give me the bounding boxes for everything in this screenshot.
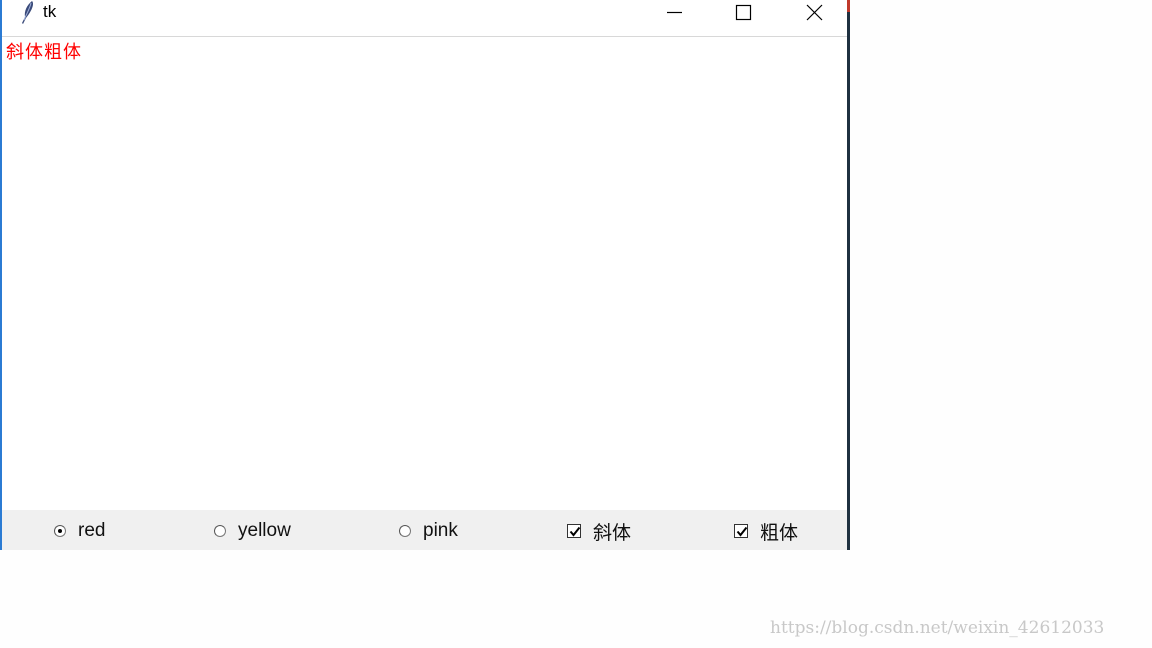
close-icon [806, 4, 823, 21]
radio-pink[interactable]: pink [399, 520, 458, 542]
radio-label-yellow: yellow [238, 520, 291, 541]
radio-label-pink: pink [423, 520, 458, 541]
maximize-icon [735, 4, 752, 21]
tk-window: tk 斜体粗体 red yellow pink 斜体 粗体 [0, 0, 847, 550]
radio-button[interactable] [214, 525, 226, 537]
title-bar[interactable]: tk [2, 0, 847, 37]
background-window-edge [847, 0, 850, 550]
checkbox-checked[interactable] [734, 524, 748, 538]
radio-red[interactable]: red [54, 520, 105, 542]
window-title: tk [43, 2, 57, 21]
radio-button-selected[interactable] [54, 525, 66, 537]
watermark: https://blog.csdn.net/weixin_42612033 [770, 618, 1105, 638]
checkbox-bold[interactable]: 粗体 [734, 520, 799, 544]
minimize-icon [667, 11, 682, 14]
text-widget[interactable]: 斜体粗体 [2, 37, 847, 510]
background-window-accent [847, 0, 850, 12]
checkbox-italic[interactable]: 斜体 [567, 520, 632, 544]
radio-yellow[interactable]: yellow [214, 520, 291, 542]
text-content: 斜体粗体 [6, 42, 82, 63]
checkbox-label-bold: 粗体 [760, 522, 799, 544]
close-button[interactable] [791, 0, 837, 26]
checkbox-label-italic: 斜体 [593, 522, 632, 544]
radio-label-red: red [78, 520, 106, 541]
radio-button[interactable] [399, 525, 411, 537]
screenshot-page: tk 斜体粗体 red yellow pink 斜体 粗体 https://bl… [0, 0, 1152, 648]
feather-icon [18, 0, 38, 26]
minimize-button[interactable] [651, 0, 697, 26]
checkmark-icon [569, 526, 581, 537]
maximize-button[interactable] [720, 0, 766, 26]
options-bar: red yellow pink 斜体 粗体 [2, 510, 847, 550]
checkbox-checked[interactable] [567, 524, 581, 538]
checkmark-icon [736, 526, 748, 537]
